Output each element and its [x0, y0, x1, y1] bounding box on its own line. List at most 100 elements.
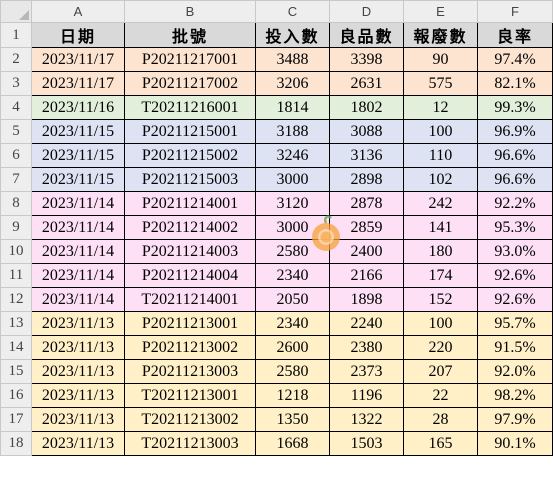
- select-all-corner[interactable]: [0, 0, 32, 23]
- cell-input-qty[interactable]: 3000: [255, 215, 330, 240]
- cell-date[interactable]: 2023/11/16: [31, 95, 125, 120]
- cell-scrap-qty[interactable]: 28: [403, 407, 478, 432]
- cell-yield[interactable]: 96.9%: [477, 119, 553, 144]
- cell-good-qty[interactable]: 1802: [329, 95, 404, 120]
- cell-batch[interactable]: P20211217002: [124, 71, 256, 96]
- cell-date[interactable]: 2023/11/13: [31, 335, 125, 360]
- cell-good-qty[interactable]: 2878: [329, 191, 404, 216]
- cell-yield[interactable]: 92.6%: [477, 263, 553, 288]
- cell-input-qty[interactable]: 1814: [255, 95, 330, 120]
- cell-batch[interactable]: T20211213002: [124, 407, 256, 432]
- cell-yield[interactable]: 96.6%: [477, 143, 553, 168]
- cell-yield[interactable]: 92.6%: [477, 287, 553, 312]
- cell-date[interactable]: 2023/11/15: [31, 167, 125, 192]
- row-header[interactable]: 3: [0, 71, 32, 96]
- cell-good-qty[interactable]: 2373: [329, 359, 404, 384]
- cell-yield[interactable]: 95.7%: [477, 311, 553, 336]
- cell-date[interactable]: 2023/11/15: [31, 119, 125, 144]
- cell-yield[interactable]: 97.9%: [477, 407, 553, 432]
- cell-good-qty[interactable]: 3088: [329, 119, 404, 144]
- header-cell-batch[interactable]: 批號: [124, 22, 256, 48]
- column-header-b[interactable]: B: [124, 0, 256, 23]
- row-header[interactable]: 1: [0, 22, 32, 48]
- cell-batch[interactable]: P20211213002: [124, 335, 256, 360]
- cell-batch[interactable]: T20211213001: [124, 383, 256, 408]
- header-cell-input-qty[interactable]: 投入數: [255, 22, 330, 48]
- row-header[interactable]: 5: [0, 119, 32, 144]
- cell-date[interactable]: 2023/11/13: [31, 359, 125, 384]
- cell-batch[interactable]: P20211215001: [124, 119, 256, 144]
- row-header[interactable]: 15: [0, 359, 32, 384]
- column-header-c[interactable]: C: [255, 0, 330, 23]
- cell-scrap-qty[interactable]: 100: [403, 119, 478, 144]
- header-cell-date[interactable]: 日期: [31, 22, 125, 48]
- cell-input-qty[interactable]: 2340: [255, 311, 330, 336]
- cell-scrap-qty[interactable]: 141: [403, 215, 478, 240]
- cell-scrap-qty[interactable]: 110: [403, 143, 478, 168]
- cell-yield[interactable]: 93.0%: [477, 239, 553, 264]
- cell-yield[interactable]: 96.6%: [477, 167, 553, 192]
- cell-batch[interactable]: P20211217001: [124, 47, 256, 72]
- cell-scrap-qty[interactable]: 100: [403, 311, 478, 336]
- row-header[interactable]: 18: [0, 431, 32, 456]
- row-header[interactable]: 13: [0, 311, 32, 336]
- cell-batch[interactable]: P20211213001: [124, 311, 256, 336]
- cell-date[interactable]: 2023/11/17: [31, 71, 125, 96]
- row-header[interactable]: 16: [0, 383, 32, 408]
- column-header-d[interactable]: D: [329, 0, 404, 23]
- cell-scrap-qty[interactable]: 180: [403, 239, 478, 264]
- cell-good-qty[interactable]: 3398: [329, 47, 404, 72]
- row-header[interactable]: 12: [0, 287, 32, 312]
- cell-scrap-qty[interactable]: 90: [403, 47, 478, 72]
- cell-good-qty[interactable]: 3136: [329, 143, 404, 168]
- cell-scrap-qty[interactable]: 102: [403, 167, 478, 192]
- row-header[interactable]: 10: [0, 239, 32, 264]
- cell-good-qty[interactable]: 2240: [329, 311, 404, 336]
- cell-input-qty[interactable]: 2600: [255, 335, 330, 360]
- cell-batch[interactable]: P20211213003: [124, 359, 256, 384]
- cell-date[interactable]: 2023/11/14: [31, 263, 125, 288]
- cell-date[interactable]: 2023/11/13: [31, 383, 125, 408]
- cell-good-qty[interactable]: 1196: [329, 383, 404, 408]
- header-cell-yield[interactable]: 良率: [477, 22, 553, 48]
- column-header-f[interactable]: F: [477, 0, 553, 23]
- cell-input-qty[interactable]: 2580: [255, 239, 330, 264]
- cell-batch[interactable]: T20211213003: [124, 431, 256, 456]
- cell-date[interactable]: 2023/11/14: [31, 191, 125, 216]
- cell-batch[interactable]: T20211216001: [124, 95, 256, 120]
- cell-batch[interactable]: P20211214002: [124, 215, 256, 240]
- cell-input-qty[interactable]: 1218: [255, 383, 330, 408]
- cell-input-qty[interactable]: 3206: [255, 71, 330, 96]
- cell-yield[interactable]: 97.4%: [477, 47, 553, 72]
- cell-good-qty[interactable]: 2859: [329, 215, 404, 240]
- row-header[interactable]: 11: [0, 263, 32, 288]
- row-header[interactable]: 17: [0, 407, 32, 432]
- row-header[interactable]: 6: [0, 143, 32, 168]
- cell-input-qty[interactable]: 3120: [255, 191, 330, 216]
- cell-date[interactable]: 2023/11/17: [31, 47, 125, 72]
- cell-scrap-qty[interactable]: 207: [403, 359, 478, 384]
- cell-date[interactable]: 2023/11/15: [31, 143, 125, 168]
- cell-good-qty[interactable]: 1322: [329, 407, 404, 432]
- cell-scrap-qty[interactable]: 174: [403, 263, 478, 288]
- cell-input-qty[interactable]: 1668: [255, 431, 330, 456]
- cell-good-qty[interactable]: 1503: [329, 431, 404, 456]
- cell-yield[interactable]: 95.3%: [477, 215, 553, 240]
- column-header-e[interactable]: E: [403, 0, 478, 23]
- row-header[interactable]: 8: [0, 191, 32, 216]
- cell-good-qty[interactable]: 1898: [329, 287, 404, 312]
- cell-batch[interactable]: P20211215003: [124, 167, 256, 192]
- cell-yield[interactable]: 90.1%: [477, 431, 553, 456]
- cell-input-qty[interactable]: 3188: [255, 119, 330, 144]
- cell-scrap-qty[interactable]: 22: [403, 383, 478, 408]
- cell-scrap-qty[interactable]: 575: [403, 71, 478, 96]
- row-header[interactable]: 4: [0, 95, 32, 120]
- row-header[interactable]: 14: [0, 335, 32, 360]
- cell-batch[interactable]: T20211214001: [124, 287, 256, 312]
- cell-scrap-qty[interactable]: 220: [403, 335, 478, 360]
- cell-good-qty[interactable]: 2400: [329, 239, 404, 264]
- cell-scrap-qty[interactable]: 242: [403, 191, 478, 216]
- cell-good-qty[interactable]: 2631: [329, 71, 404, 96]
- cell-good-qty[interactable]: 2898: [329, 167, 404, 192]
- cell-date[interactable]: 2023/11/13: [31, 311, 125, 336]
